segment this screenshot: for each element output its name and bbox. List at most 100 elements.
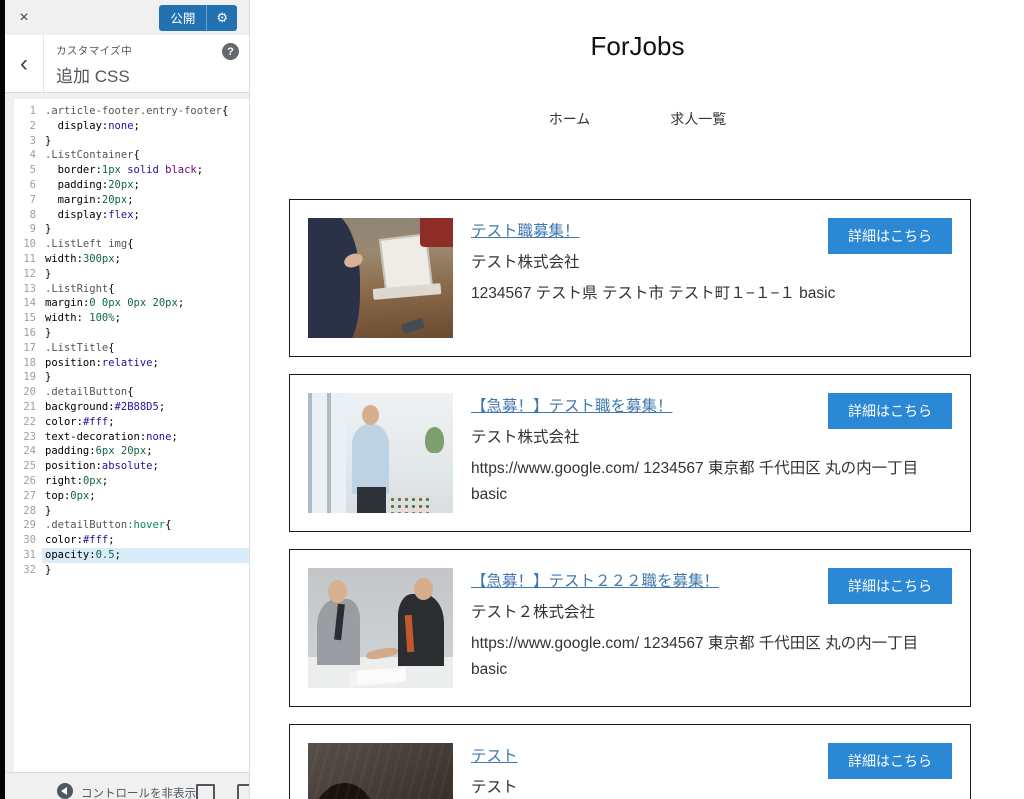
code-line[interactable]: 27top:0px; (14, 489, 249, 504)
code-text: display:none; (42, 119, 249, 134)
desktop-preview-icon[interactable] (196, 784, 215, 799)
code-line[interactable]: 3} (14, 134, 249, 149)
line-number: 22 (14, 415, 42, 430)
site-title-link[interactable]: ForJobs (251, 31, 1024, 62)
code-line[interactable]: 15width: 100%; (14, 311, 249, 326)
job-photo[interactable] (308, 568, 453, 688)
close-customizer-button[interactable]: × (5, 0, 43, 35)
code-text: border:1px solid black; (42, 163, 249, 178)
line-number: 27 (14, 489, 42, 504)
code-line[interactable]: 17.ListTitle{ (14, 341, 249, 356)
job-photo[interactable] (308, 218, 453, 338)
line-number: 31 (14, 548, 42, 563)
gear-icon: ⚙ (216, 10, 228, 25)
code-line[interactable]: 22color:#fff; (14, 415, 249, 430)
code-text: .ListRight{ (42, 282, 249, 297)
code-text: color:#fff; (42, 533, 249, 548)
line-number: 25 (14, 459, 42, 474)
code-line[interactable]: 18position:relative; (14, 356, 249, 371)
tablet-preview-icon[interactable] (237, 784, 249, 799)
line-number: 24 (14, 444, 42, 459)
code-line[interactable]: 5 border:1px solid black; (14, 163, 249, 178)
detail-button[interactable]: 詳細はこちら (828, 218, 952, 254)
code-line[interactable]: 7 margin:20px; (14, 193, 249, 208)
code-line[interactable]: 12} (14, 267, 249, 282)
code-text: padding:20px; (42, 178, 249, 193)
publish-settings-button[interactable]: ⚙ (207, 10, 237, 26)
code-text: top:0px; (42, 489, 249, 504)
nav-link[interactable]: ホーム (549, 109, 591, 129)
publish-button[interactable]: 公開 (159, 8, 206, 27)
code-text: padding:6px 20px; (42, 444, 249, 459)
photo-shape (389, 496, 430, 513)
code-line[interactable]: 1.article-footer.entry-footer{ (14, 104, 249, 119)
code-line[interactable]: 19} (14, 370, 249, 385)
code-line[interactable]: 10.ListLeft img{ (14, 237, 249, 252)
code-text: position:relative; (42, 356, 249, 371)
photo-shape (398, 594, 444, 666)
line-number: 3 (14, 134, 42, 149)
css-editor[interactable]: 1.article-footer.entry-footer{2 display:… (14, 99, 249, 772)
panel-header: ‹ カスタマイズ中 追加 CSS ? (5, 35, 249, 93)
code-line[interactable]: 16} (14, 326, 249, 341)
line-number: 21 (14, 400, 42, 415)
code-text: text-decoration:none; (42, 430, 249, 445)
photo-shape (328, 580, 347, 603)
job-card: 【急募！】テスト職を募集！テスト株式会社https://www.google.c… (289, 374, 971, 532)
code-line[interactable]: 4.ListContainer{ (14, 148, 249, 163)
line-number: 30 (14, 533, 42, 548)
code-line[interactable]: 14margin:0 0px 0px 20px; (14, 296, 249, 311)
code-line[interactable]: 26right:0px; (14, 474, 249, 489)
line-number: 17 (14, 341, 42, 356)
publish-button-group: 公開 ⚙ (159, 5, 237, 31)
code-line[interactable]: 20.detailButton{ (14, 385, 249, 400)
nav-link[interactable]: 求人一覧 (670, 109, 726, 129)
close-icon: × (19, 9, 28, 27)
photo-shape (401, 318, 425, 334)
code-line[interactable]: 29.detailButton:hover{ (14, 518, 249, 533)
back-button[interactable]: ‹ (5, 35, 44, 92)
detail-button[interactable]: 詳細はこちら (828, 393, 952, 429)
job-card-body: テストテストhttps://www.google.com/ ３ テスト テスト … (471, 743, 952, 799)
photo-shape (362, 405, 379, 425)
help-button[interactable]: ? (222, 43, 239, 60)
line-number: 13 (14, 282, 42, 297)
code-line[interactable]: 13.ListRight{ (14, 282, 249, 297)
code-line[interactable]: 30color:#fff; (14, 533, 249, 548)
code-line[interactable]: 8 display:flex; (14, 208, 249, 223)
code-text: .ListContainer{ (42, 148, 249, 163)
code-line[interactable]: 24padding:6px 20px; (14, 444, 249, 459)
code-line[interactable]: 21background:#2B88D5; (14, 400, 249, 415)
detail-button[interactable]: 詳細はこちら (828, 743, 952, 779)
code-line[interactable]: 9} (14, 222, 249, 237)
device-preview-icons (196, 783, 249, 799)
code-line[interactable]: 32} (14, 563, 249, 578)
code-line[interactable]: 11width:300px; (14, 252, 249, 267)
customizer-footer: コントロールを非表示 (5, 772, 249, 799)
panel-header-text: カスタマイズ中 追加 CSS (44, 35, 249, 92)
code-text: .ListLeft img{ (42, 237, 249, 252)
photo-shape (308, 218, 360, 338)
hide-controls-label[interactable]: コントロールを非表示 (81, 783, 196, 799)
job-card-body: 【急募！】テスト職を募集！テスト株式会社https://www.google.c… (471, 393, 952, 513)
code-line[interactable]: 2 display:none; (14, 119, 249, 134)
job-photo[interactable] (308, 743, 453, 799)
detail-button[interactable]: 詳細はこちら (828, 568, 952, 604)
collapse-arrow-icon[interactable] (57, 783, 73, 799)
job-title-link[interactable]: 【急募！】テスト職を募集！ (471, 394, 673, 416)
job-photo[interactable] (308, 393, 453, 513)
code-line[interactable]: 23text-decoration:none; (14, 430, 249, 445)
code-line[interactable]: 31opacity:0.5; (14, 548, 249, 563)
line-number: 10 (14, 237, 42, 252)
job-title-link[interactable]: 【急募！】テスト２２２職を募集！ (471, 569, 719, 591)
chevron-left-icon: ‹ (20, 50, 28, 78)
code-line[interactable]: 25position:absolute; (14, 459, 249, 474)
code-line[interactable]: 28} (14, 504, 249, 519)
customizer-panel: × 公開 ⚙ ‹ カスタマイズ中 追加 CSS ? 1.article-foo (5, 0, 250, 799)
code-line[interactable]: 6 padding:20px; (14, 178, 249, 193)
job-title-link[interactable]: テスト職募集！ (471, 219, 580, 241)
line-number: 9 (14, 222, 42, 237)
code-text: .detailButton:hover{ (42, 518, 249, 533)
job-title-link[interactable]: テスト (471, 744, 518, 766)
line-number: 1 (14, 104, 42, 119)
